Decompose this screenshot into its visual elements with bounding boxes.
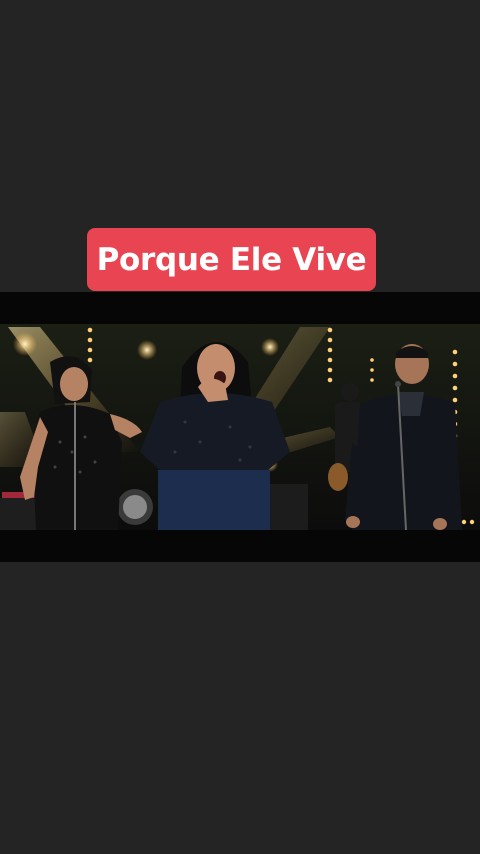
concert-scene-image <box>0 292 480 562</box>
video-title-text: Porque Ele Vive <box>96 241 367 278</box>
video-title-badge: Porque Ele Vive <box>87 228 376 291</box>
video-player[interactable] <box>0 292 480 562</box>
